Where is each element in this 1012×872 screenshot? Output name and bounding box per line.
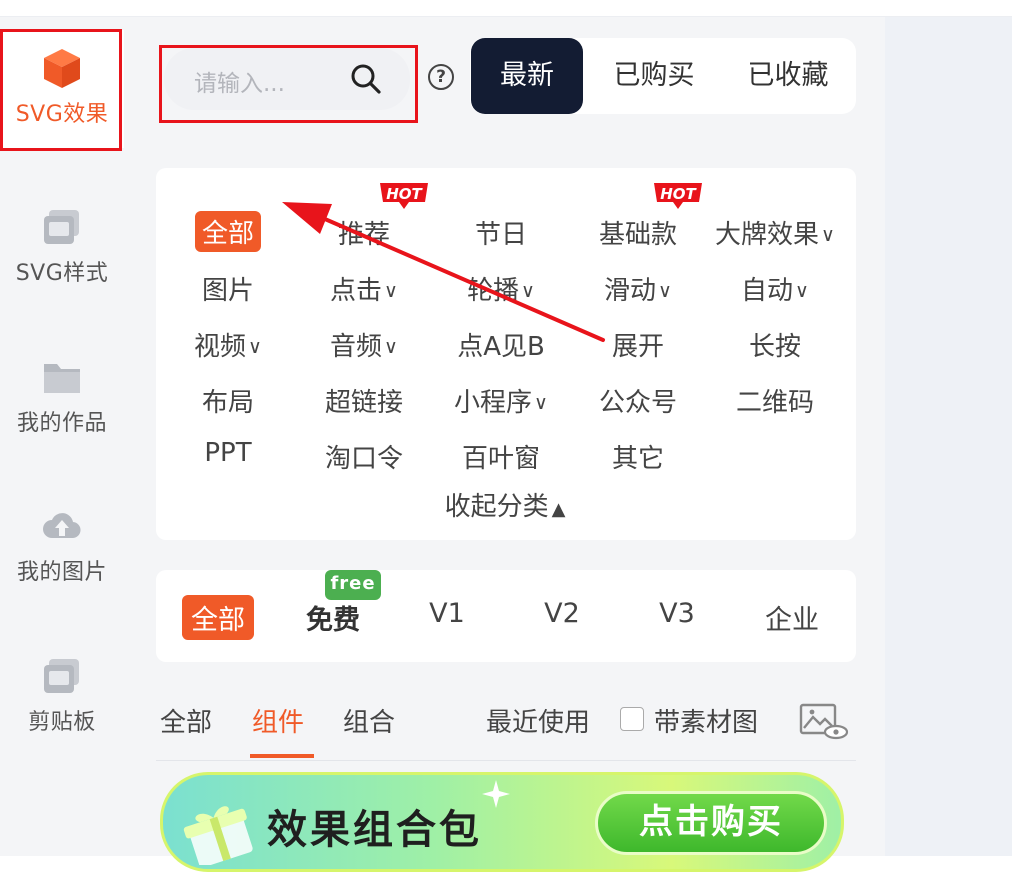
subtab-all[interactable]: 全部 [160, 702, 212, 739]
category-click-a-see-b[interactable]: 点A见B [457, 326, 545, 363]
version-all[interactable]: 全部 [182, 595, 254, 640]
category-other[interactable]: 其它 [612, 438, 664, 475]
chevron-down-icon: ∨ [384, 336, 398, 358]
category-taobao-code[interactable]: 淘口令 [325, 438, 403, 475]
category-holiday[interactable]: 节日 [475, 214, 527, 251]
annotation-box-search [159, 45, 418, 123]
category-carousel[interactable]: 轮播 ∨ [467, 270, 535, 307]
buy-now-button[interactable]: 点击购买 [595, 791, 827, 855]
category-video[interactable]: 视频 ∨ [194, 326, 262, 363]
category-layout[interactable]: 布局 [202, 382, 254, 419]
category-ppt[interactable]: PPT [204, 438, 251, 468]
cloud-upload-icon [43, 513, 81, 539]
category-basic[interactable]: 基础款 [599, 214, 677, 251]
sidebar-item-label: 我的图片 [16, 560, 107, 585]
triangle-up-icon: ▲ [551, 499, 566, 520]
divider [156, 760, 856, 761]
category-long-press[interactable]: 长按 [749, 326, 801, 363]
window-icon [44, 659, 79, 693]
chevron-down-icon: ∨ [795, 280, 809, 302]
version-free[interactable]: 免费 [306, 598, 360, 637]
with-material-checkbox[interactable] [620, 707, 644, 731]
sidebar-item-svg-styles[interactable]: SVG样式 [0, 205, 124, 287]
category-mini-program[interactable]: 小程序 ∨ [454, 382, 548, 419]
subtab-combo[interactable]: 组合 [343, 702, 395, 739]
folder-icon [44, 364, 80, 393]
category-label: 视频 [194, 332, 247, 362]
tab-latest[interactable]: 最新 [471, 38, 583, 114]
category-slide[interactable]: 滑动 ∨ [604, 270, 672, 307]
image-preview-icon[interactable] [798, 702, 850, 742]
chevron-down-icon: ∨ [658, 280, 672, 302]
category-label: 大牌效果 [715, 220, 820, 250]
category-expand[interactable]: 展开 [612, 326, 664, 363]
top-tab-bar: 最新 已购买 已收藏 [470, 38, 856, 114]
sidebar-item-label: 我的作品 [16, 411, 107, 436]
version-card [156, 570, 856, 662]
category-image[interactable]: 图片 [202, 270, 254, 307]
version-v3[interactable]: V3 [659, 598, 695, 629]
recent-used-link[interactable]: 最近使用 [486, 702, 590, 739]
chevron-down-icon: ∨ [534, 392, 548, 414]
chevron-down-icon: ∨ [821, 224, 835, 246]
free-badge: free [325, 570, 381, 600]
gift-icon [183, 806, 253, 865]
hot-badge-icon: HOT [380, 183, 428, 209]
category-official-account[interactable]: 公众号 [599, 382, 677, 419]
collapse-label: 收起分类 [444, 492, 549, 522]
category-brand-effects[interactable]: 大牌效果 ∨ [715, 214, 835, 251]
collapse-categories-button[interactable]: 收起分类 ▲ [445, 486, 566, 523]
category-audio[interactable]: 音频 ∨ [330, 326, 398, 363]
category-qrcode[interactable]: 二维码 [736, 382, 814, 419]
sidebar-item-my-images[interactable]: 我的图片 [0, 504, 124, 586]
window-icon [44, 210, 79, 244]
category-label: 小程序 [454, 388, 533, 418]
annotation-box-sidebar [0, 29, 122, 151]
sidebar-item-clipboard[interactable]: 剪贴板 [0, 654, 124, 736]
sidebar-item-label: SVG样式 [15, 261, 109, 286]
top-strip [0, 0, 1012, 17]
tab-purchased[interactable]: 已购买 [590, 38, 718, 114]
category-all[interactable]: 全部 [194, 211, 262, 252]
category-label: 点击 [330, 276, 383, 306]
version-v2[interactable]: V2 [544, 598, 580, 629]
subtab-component[interactable]: 组件 [252, 702, 304, 739]
sidebar-item-label: 剪贴板 [28, 710, 96, 735]
category-hyperlink[interactable]: 超链接 [325, 382, 403, 419]
help-icon[interactable]: ? [428, 64, 454, 90]
version-v1[interactable]: V1 [429, 598, 465, 629]
combo-pack-banner[interactable]: 效果组合包 点击购买 [160, 772, 844, 872]
hot-badge-icon: HOT [654, 183, 702, 209]
category-click[interactable]: 点击 ∨ [330, 270, 398, 307]
svg-text:HOT: HOT [660, 185, 697, 203]
category-label: 音频 [330, 332, 383, 362]
with-material-label[interactable]: 带素材图 [654, 702, 758, 739]
category-label: 滑动 [604, 276, 657, 306]
banner-title: 效果组合包 [267, 807, 482, 853]
category-label: 轮播 [467, 276, 520, 306]
chevron-down-icon: ∨ [384, 280, 398, 302]
right-panel-edge [885, 17, 1012, 856]
chevron-down-icon: ∨ [521, 280, 535, 302]
category-label: 自动 [741, 276, 794, 306]
version-enterprise[interactable]: 企业 [765, 598, 819, 637]
svg-text:HOT: HOT [386, 185, 423, 203]
category-blinds[interactable]: 百叶窗 [462, 438, 540, 475]
tab-favorites[interactable]: 已收藏 [724, 38, 852, 114]
category-recommended[interactable]: 推荐 [338, 214, 390, 251]
active-tab-indicator [250, 754, 314, 758]
sparkle-icon [482, 780, 510, 808]
category-auto[interactable]: 自动 ∨ [741, 270, 809, 307]
sidebar-item-my-works[interactable]: 我的作品 [0, 355, 124, 437]
chevron-down-icon: ∨ [248, 336, 262, 358]
